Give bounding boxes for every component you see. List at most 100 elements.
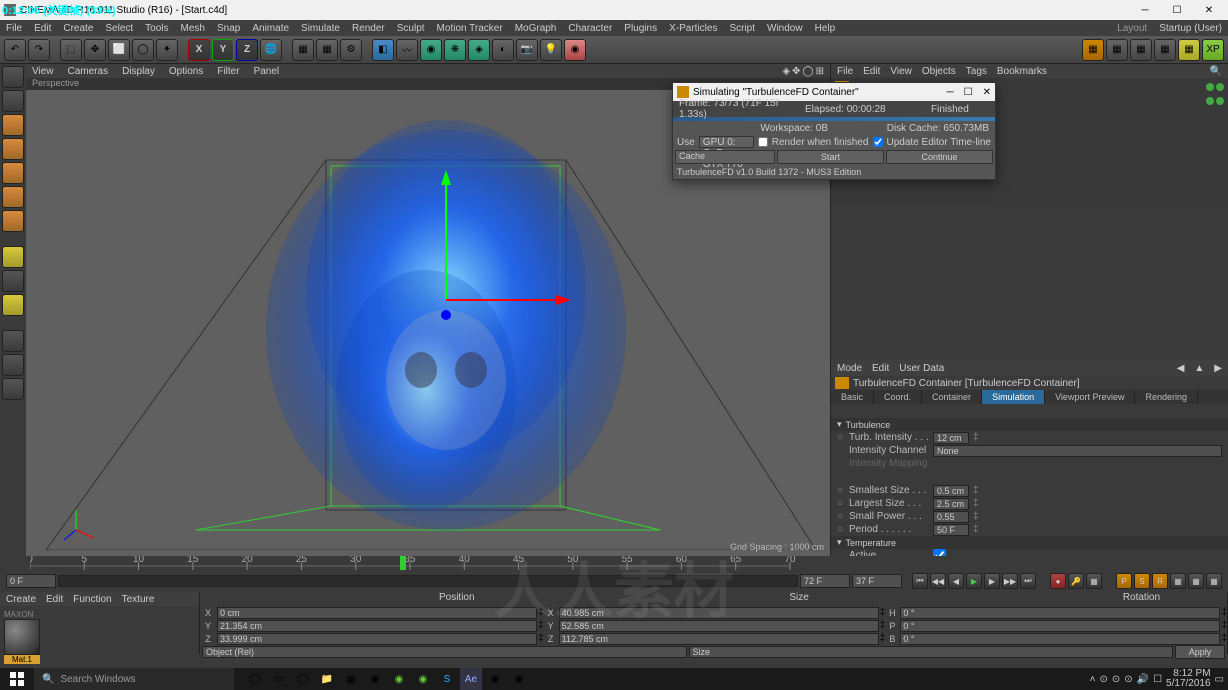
mat-menu-texture[interactable]: Texture (122, 594, 155, 605)
maximize-button[interactable]: ☐ (1162, 1, 1192, 19)
menu-xparticles[interactable]: X-Particles (669, 23, 717, 34)
vp-icon-3[interactable]: ◯ (802, 66, 813, 77)
extra-tool-3[interactable]: ▦ (1130, 39, 1152, 61)
menu-select[interactable]: Select (105, 23, 133, 34)
mat-menu-function[interactable]: Function (73, 594, 111, 605)
minimize-button[interactable]: ─ (1130, 1, 1160, 19)
extra-tool-2[interactable]: ▦ (1106, 39, 1128, 61)
start-button-win[interactable] (0, 668, 34, 690)
vp-menu-options[interactable]: Options (169, 66, 203, 77)
task-explorer[interactable]: 📁 (316, 668, 338, 690)
cache-mode-select[interactable]: Cache (675, 150, 775, 164)
render-region[interactable]: ▦ (316, 39, 338, 61)
scale-tool[interactable]: ⬜ (108, 39, 130, 61)
material-swatch[interactable] (4, 619, 40, 655)
task-recorder[interactable]: ◉ (508, 668, 530, 690)
timeline-ruler[interactable]: 0510152025303540455055606570 (0, 556, 1228, 570)
environment-tool[interactable]: ◐ (492, 39, 514, 61)
vp-menu-view[interactable]: View (32, 66, 54, 77)
goto-end[interactable]: ⏭ (1020, 573, 1036, 589)
menu-character[interactable]: Character (568, 23, 612, 34)
y-axis-lock[interactable]: Y (212, 39, 234, 61)
vp-menu-display[interactable]: Display (122, 66, 155, 77)
task-app2[interactable]: ◉ (388, 668, 410, 690)
vp-icon-4[interactable]: ⊞ (816, 66, 824, 77)
task-cortana[interactable]: ◯ (244, 668, 266, 690)
render-dot[interactable] (1216, 97, 1224, 105)
range-slider[interactable] (58, 575, 798, 587)
playhead[interactable] (400, 556, 406, 570)
z-pos[interactable] (217, 633, 537, 645)
attr-nav-fwd[interactable]: ▶ (1214, 363, 1222, 374)
obj-search-icon[interactable]: 🔍 (1210, 66, 1222, 77)
model-mode[interactable] (2, 66, 24, 88)
obj-menu-tags[interactable]: Tags (966, 66, 987, 77)
point-mode[interactable] (2, 162, 24, 184)
active-checkbox[interactable] (933, 549, 946, 556)
menu-script[interactable]: Script (729, 23, 755, 34)
menu-motiontracker[interactable]: Motion Tracker (437, 23, 503, 34)
render-settings[interactable]: ⚙ (340, 39, 362, 61)
goto-start[interactable]: ⏮ (912, 573, 928, 589)
misc-tool-1[interactable] (2, 330, 24, 352)
tray-icon-2[interactable]: ⊙ (1112, 674, 1120, 685)
x-pos[interactable] (217, 607, 537, 619)
key-scale[interactable]: S (1134, 573, 1150, 589)
attr-menu-mode[interactable]: Mode (837, 363, 862, 374)
play-button[interactable]: ▶ (966, 573, 982, 589)
misc-tool-3[interactable] (2, 378, 24, 400)
task-view[interactable]: ▭ (268, 668, 290, 690)
camera-tool[interactable]: 📷 (516, 39, 538, 61)
sim-min-button[interactable]: ─ (947, 87, 954, 98)
task-ae[interactable]: Ae (460, 668, 482, 690)
redo-button[interactable]: ↷ (28, 39, 50, 61)
render-view[interactable]: ▦ (292, 39, 314, 61)
key-rot[interactable]: R (1152, 573, 1168, 589)
menu-mesh[interactable]: Mesh (181, 23, 205, 34)
search-box[interactable]: 🔍 Search Windows (34, 668, 234, 690)
cube-primitive[interactable]: ◧ (372, 39, 394, 61)
xp-button[interactable]: XP (1202, 39, 1224, 61)
extra-tool-1[interactable]: ▦ (1082, 39, 1104, 61)
tray-icon-3[interactable]: ⊙ (1124, 674, 1132, 685)
key-param[interactable]: ▦ (1170, 573, 1186, 589)
menu-file[interactable]: File (6, 23, 22, 34)
start-button[interactable]: Start (777, 150, 884, 164)
snap-tool[interactable] (2, 294, 24, 316)
texture-mode[interactable] (2, 114, 24, 136)
y-size[interactable] (559, 620, 879, 632)
key-pos[interactable]: P (1116, 573, 1132, 589)
smallest-size-field[interactable] (933, 485, 969, 497)
z-size[interactable] (559, 633, 879, 645)
light-tool[interactable]: 💡 (540, 39, 562, 61)
menu-window[interactable]: Window (767, 23, 803, 34)
end-frame-field[interactable] (800, 574, 850, 588)
mat-menu-create[interactable]: Create (6, 594, 36, 605)
undo-button[interactable]: ↶ (4, 39, 26, 61)
z-axis-lock[interactable]: Z (236, 39, 258, 61)
obj-menu-view[interactable]: View (890, 66, 912, 77)
vis-dot[interactable] (1206, 97, 1214, 105)
menu-snap[interactable]: Snap (217, 23, 240, 34)
attr-nav-back[interactable]: ◀ (1177, 363, 1185, 374)
tray-clock[interactable]: 8:12 PM 5/17/2016 (1166, 669, 1211, 689)
obj-menu-objects[interactable]: Objects (922, 66, 956, 77)
b-rot[interactable] (900, 633, 1220, 645)
vp-icon-1[interactable]: ◈ (782, 66, 790, 77)
workplane-mode[interactable] (2, 138, 24, 160)
h-rot[interactable] (900, 607, 1220, 619)
tab-viewport-preview[interactable]: Viewport Preview (1045, 390, 1135, 404)
turb-intensity-field[interactable] (933, 432, 969, 444)
prev-key[interactable]: ◀◀ (930, 573, 946, 589)
axis-mode[interactable] (2, 246, 24, 268)
menu-sculpt[interactable]: Sculpt (397, 23, 425, 34)
vp-menu-panel[interactable]: Panel (254, 66, 280, 77)
tab-simulation[interactable]: Simulation (982, 390, 1045, 404)
extra-tool-5[interactable]: ▦ (1178, 39, 1200, 61)
sim-max-button[interactable]: ☐ (964, 87, 973, 98)
menu-plugins[interactable]: Plugins (624, 23, 657, 34)
deformer-tool[interactable]: ◈ (468, 39, 490, 61)
next-frame[interactable]: ▶ (984, 573, 1000, 589)
menu-mograph[interactable]: MoGraph (515, 23, 557, 34)
attr-nav-up[interactable]: ▲ (1194, 363, 1204, 374)
